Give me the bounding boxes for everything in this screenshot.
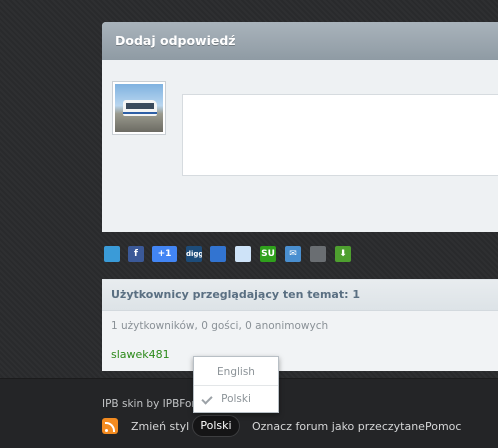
language-option-label: Polski bbox=[221, 393, 251, 405]
download-icon[interactable]: ⬇ bbox=[335, 246, 351, 262]
google-plus-one-icon[interactable]: +1 bbox=[152, 246, 177, 262]
help-link[interactable]: Pomoc bbox=[425, 420, 461, 433]
viewers-counts: 1 użytkowników, 0 gości, 0 anonimowych bbox=[111, 320, 329, 332]
change-style-link[interactable]: Zmień styl bbox=[131, 420, 189, 433]
facebook-icon[interactable]: f bbox=[128, 246, 144, 262]
avatar-image bbox=[115, 84, 163, 132]
avatar[interactable] bbox=[112, 81, 166, 135]
print-icon[interactable] bbox=[310, 246, 326, 262]
reply-header: Dodaj odpowiedź bbox=[102, 22, 498, 60]
email-icon[interactable]: ✉ bbox=[285, 246, 301, 262]
language-option-polski[interactable]: Polski bbox=[194, 386, 278, 412]
reply-editor[interactable] bbox=[182, 94, 498, 176]
rss-icon[interactable] bbox=[102, 418, 118, 434]
twitter-icon[interactable] bbox=[104, 246, 120, 262]
skin-credit[interactable]: IPB skin by IPBForu bbox=[102, 398, 202, 410]
mark-forum-read-link[interactable]: Oznacz forum jako przeczytane bbox=[252, 420, 425, 433]
check-icon bbox=[201, 393, 213, 405]
reddit-icon[interactable] bbox=[235, 246, 251, 262]
language-option-english[interactable]: English bbox=[194, 359, 278, 386]
language-selector[interactable]: Polski bbox=[192, 415, 240, 437]
stumbleupon-icon[interactable]: SU bbox=[260, 246, 276, 262]
viewers-panel: Użytkownicy przeglądający ten temat: 1 1… bbox=[102, 279, 498, 371]
delicious-icon[interactable] bbox=[210, 246, 226, 262]
reply-panel: Dodaj odpowiedź bbox=[102, 22, 498, 232]
viewer-user-link[interactable]: slawek481 bbox=[111, 348, 170, 361]
digg-icon[interactable]: digg bbox=[186, 246, 202, 262]
viewers-title: Użytkownicy przeglądający ten temat: 1 bbox=[102, 280, 498, 311]
language-menu: English Polski bbox=[193, 356, 279, 413]
